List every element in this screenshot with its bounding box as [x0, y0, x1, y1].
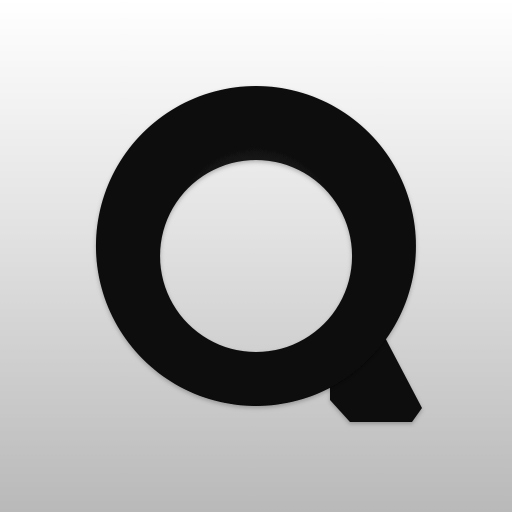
q-ring: [95, 86, 416, 407]
magnifier-q-logo-icon: [95, 86, 422, 422]
app-icon-background: [0, 0, 512, 512]
